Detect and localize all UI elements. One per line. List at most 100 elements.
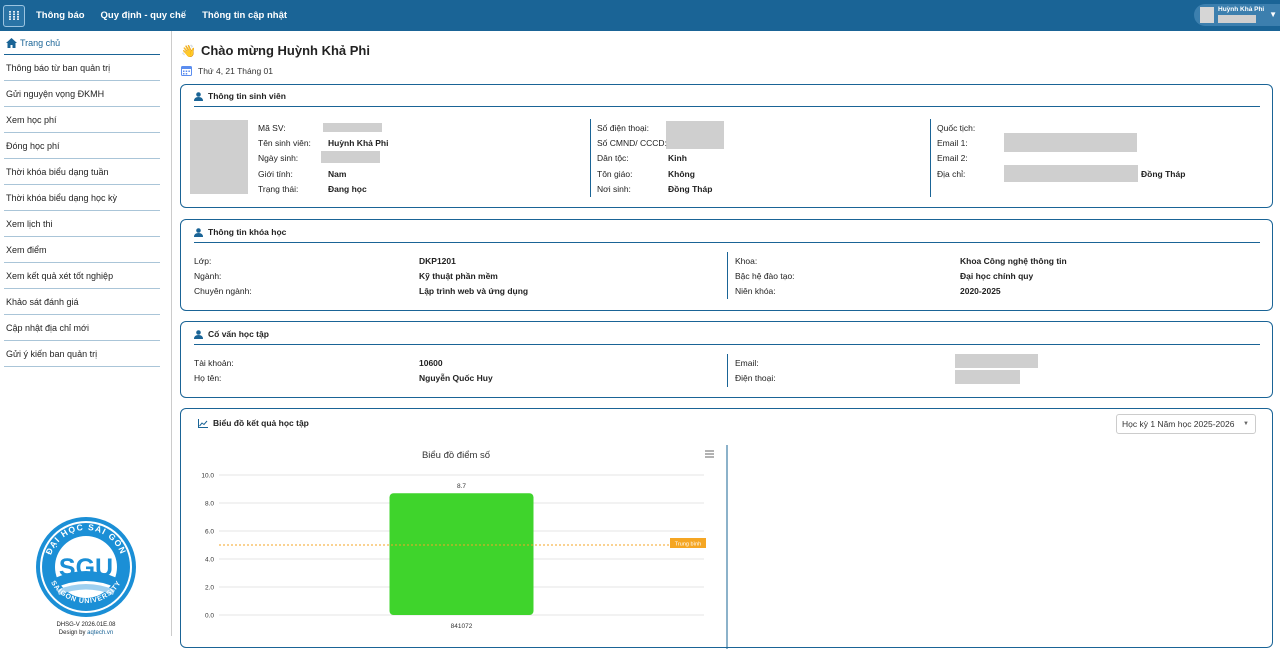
course-info-card: Thông tin khóa học Lớp: DKP1201 Ngành: K… <box>180 219 1273 311</box>
degree-level-value: Đại học chính quy <box>960 271 1034 281</box>
sidebar-item-dong-hoc-phi[interactable]: Đóng học phí <box>4 133 160 159</box>
page-title: 👋 Chào mừng Huỳnh Khả Phi <box>181 43 370 58</box>
specialization-label: Chuyên ngành: <box>194 286 252 296</box>
x-tick-label: 841072 <box>451 623 473 630</box>
class-value: DKP1201 <box>419 256 456 266</box>
caret-down-icon[interactable]: ▼ <box>1269 10 1277 19</box>
ethnicity-value: Kinh <box>668 153 687 163</box>
chevron-down-icon: ▼ <box>1243 421 1249 427</box>
religion-label: Tôn giáo: <box>597 169 633 179</box>
advisor-name-label: Họ tên: <box>194 373 222 383</box>
degree-level-label: Bậc hệ đào tạo: <box>735 271 795 281</box>
grid-icon[interactable]: ⁞⁞⁞ <box>3 4 25 27</box>
bar <box>389 493 534 615</box>
birthplace-value: Đồng Tháp <box>668 184 713 194</box>
advisor-title: Cố vấn học tập <box>194 329 269 339</box>
sgu-logo: ĐẠI HỌC SÀI GÒN SGU SAIGON UNIVERSITY <box>36 517 136 617</box>
version-text: DHSG-V 2026.01E.08 <box>56 622 116 628</box>
top-nav: Thông báo Quy định - quy chế Thông tin c… <box>36 10 303 21</box>
gender-value: Nam <box>328 169 347 179</box>
sidebar-item-lich-thi[interactable]: Xem lịch thi <box>4 211 160 237</box>
phone-label: Số điện thoại: <box>597 123 649 133</box>
advisor-email-label: Email: <box>735 358 759 368</box>
sidebar-home[interactable]: Trang chủ <box>6 38 60 48</box>
nav-quy-dinh[interactable]: Quy định - quy chế <box>101 10 187 21</box>
chart-title: Biểu đồ điểm số <box>422 450 491 461</box>
status-label: Trạng thái: <box>258 184 299 194</box>
birthplace-label: Nơi sinh: <box>597 184 631 194</box>
faculty-label: Khoa: <box>735 256 758 266</box>
avatar <box>1200 7 1214 23</box>
results-title: Biểu đồ kết quả học tập <box>198 418 309 428</box>
sidebar-item-nguyen-vong[interactable]: Gửi nguyện vọng ĐKMH <box>4 81 160 107</box>
advisor-email-redacted <box>955 354 1038 368</box>
course-info-title: Thông tin khóa học <box>194 227 286 237</box>
student-id-label: Mã SV: <box>258 123 286 133</box>
chart-menu-icon[interactable] <box>705 450 714 458</box>
phone-id-redacted <box>666 121 724 149</box>
sidebar-item-khao-sat[interactable]: Khảo sát đánh giá <box>4 289 160 315</box>
sidebar-item-tkb-hoc-ky[interactable]: Thời khóa biểu dạng học kỳ <box>4 185 160 211</box>
y-tick-label: 8.0 <box>205 501 214 508</box>
sidebar-item-xem-hoc-phi[interactable]: Xem học phí <box>4 107 160 133</box>
nav-thong-bao[interactable]: Thông báo <box>36 10 85 21</box>
logo-mid-text: SGU <box>59 554 113 582</box>
nationality-label: Quốc tịch: <box>937 123 976 133</box>
y-tick-label: 2.0 <box>205 585 214 592</box>
wave-icon: 👋 <box>181 43 196 58</box>
class-label: Lớp: <box>194 256 212 266</box>
sidebar-item-dia-chi[interactable]: Cập nhật địa chỉ mới <box>4 315 160 341</box>
sidebar-menu: Thông báo từ ban quản trị Gửi nguyện vọn… <box>4 55 160 367</box>
home-icon <box>6 38 17 48</box>
nav-thong-tin-cap-nhat[interactable]: Thông tin cập nhật <box>202 10 287 21</box>
y-tick-label: 6.0 <box>205 529 214 536</box>
y-tick-label: 0.0 <box>205 613 214 620</box>
advisor-name-value: Nguyễn Quốc Huy <box>419 373 493 383</box>
design-link[interactable]: aqtech.vn <box>87 630 113 636</box>
status-value: Đang học <box>328 184 367 194</box>
score-bar-chart: Biểu đồ điểm số 0.0 2.0 4.0 6.0 8.0 10.0 8.7 841… <box>201 445 728 649</box>
address-value: Đồng Tháp <box>1141 169 1186 179</box>
dob-redacted <box>321 151 380 163</box>
average-label: Trung bình <box>675 542 701 548</box>
advisor-account-value: 10600 <box>419 358 443 368</box>
email1-label: Email 1: <box>937 138 968 148</box>
results-chart-card: Biểu đồ kết quả học tập Học kỳ 1 Năm học… <box>180 408 1273 649</box>
user-menu[interactable]: Huỳnh Khả Phi ▼ <box>1194 4 1280 26</box>
major-value: Kỹ thuật phần mềm <box>419 271 498 281</box>
specialization-value: Lập trình web và ứng dụng <box>419 286 529 296</box>
student-id-redacted <box>323 123 382 132</box>
date-text: Thứ 4, 21 Tháng 01 <box>198 65 274 76</box>
religion-value: Không <box>668 169 695 179</box>
design-by: Design by <box>58 630 88 636</box>
student-name-value: Huỳnh Khả Phi <box>328 138 389 148</box>
sidebar-item-xem-diem[interactable]: Xem điểm <box>4 237 160 263</box>
sidebar-item-y-kien[interactable]: Gửi ý kiến ban quản trị <box>4 341 160 367</box>
email2-label: Email 2: <box>937 153 968 163</box>
sidebar-home-label: Trang chủ <box>20 38 61 48</box>
cohort-label: Niên khóa: <box>735 286 776 296</box>
id-card-label: Số CMND/ CCCD: <box>597 138 667 148</box>
student-info-title: Thông tin sinh viên <box>194 91 286 101</box>
address-label: Địa chỉ: <box>937 169 966 179</box>
ethnicity-label: Dân tộc: <box>597 153 629 163</box>
line-chart-icon <box>198 418 208 428</box>
dob-label: Ngày sinh: <box>258 153 299 163</box>
current-date: Thứ 4, 21 Tháng 01 <box>181 65 273 76</box>
advisor-account-label: Tài khoản: <box>194 358 234 368</box>
student-name-label: Tên sinh viên: <box>258 138 311 148</box>
user-icon <box>194 91 203 101</box>
major-label: Ngành: <box>194 271 222 281</box>
version-info: DHSG-V 2026.01E.08 Design by aqtech.vn <box>0 621 172 637</box>
sidebar-item-thong-bao[interactable]: Thông báo từ ban quản trị <box>4 55 160 81</box>
user-icon <box>194 227 203 237</box>
y-tick-label: 4.0 <box>205 557 214 564</box>
semester-select[interactable]: Học kỳ 1 Năm học 2025-2026 ▼ <box>1116 414 1256 434</box>
cohort-value: 2020-2025 <box>960 286 1001 296</box>
calendar-icon <box>181 66 192 76</box>
student-info-card: Thông tin sinh viên Mã SV: Tên sinh viên… <box>180 84 1273 208</box>
email1-redacted <box>1004 133 1137 152</box>
sidebar-item-tot-nghiep[interactable]: Xem kết quả xét tốt nghiệp <box>4 263 160 289</box>
student-photo <box>190 120 248 194</box>
sidebar-item-tkb-tuan[interactable]: Thời khóa biểu dạng tuần <box>4 159 160 185</box>
